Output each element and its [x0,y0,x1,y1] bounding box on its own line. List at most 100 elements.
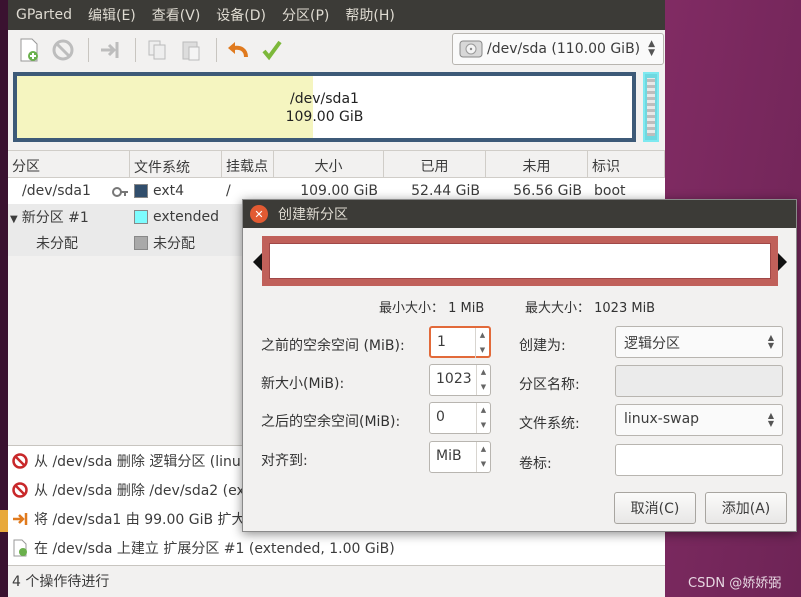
disk-map-partition-size: 109.00 GiB [285,109,364,125]
volume-label-input[interactable] [615,444,783,476]
space-after-label: 之后的空余空间(MiB): [261,414,401,430]
device-label: /dev/sda (110.00 GiB) [487,41,641,57]
column-used[interactable]: 已用 [384,151,486,177]
partition-name: 新分区 #1 [21,210,89,226]
filesystem-label: 文件系统: [519,416,580,432]
device-selector[interactable]: /dev/sda (110.00 GiB) ▲ ▼ [452,33,664,65]
new-file-icon [20,38,38,62]
launcher-indicator [0,510,8,532]
menu-edit[interactable]: 编辑(E) [80,5,144,25]
cancel-button[interactable]: 取消(C) [614,492,696,524]
fs-color-swatch [134,236,148,250]
stepper-arrows[interactable]: ▲ ▼ [475,328,489,358]
operation-text: 从 /dev/sda 删除 /dev/sda2 (ex [34,482,245,499]
volume-label-label: 卷标: [519,456,552,472]
chevron-updown-icon[interactable]: ▲ ▼ [476,442,490,472]
copy-button[interactable] [142,35,172,65]
partition-size: 109.00 GiB [300,183,378,199]
dialog-title: 创建新分区 [278,207,348,223]
menu-partition[interactable]: 分区(P) [274,5,337,25]
table-header: 分区 文件系统 挂载点 大小 已用 未用 标识 [8,150,665,178]
menu-device[interactable]: 设备(D) [208,5,274,25]
new-partition-button[interactable] [14,35,44,65]
disk-extended-partition-graphic[interactable] [643,72,659,142]
partition-fs: 未分配 [153,236,195,252]
status-bar: 4 个操作待进行 [8,565,665,593]
paste-icon [182,41,200,61]
create-as-label: 创建为: [519,338,566,354]
partition-fs: extended [153,209,220,225]
column-size[interactable]: 大小 [274,151,384,177]
chevron-updown-icon: ▲ ▼ [767,411,774,428]
add-button[interactable]: 添加(A) [705,492,787,524]
align-select[interactable]: MiB ▲ ▼ [429,441,491,473]
space-after-input[interactable]: 0 ▲ ▼ [429,402,491,434]
stepper-arrows[interactable]: ▲ ▼ [476,403,490,433]
filesystem-select[interactable]: linux-swap ▲ ▼ [615,404,783,436]
column-flags[interactable]: 标识 [588,151,665,177]
space-before-label: 之前的空余空间 (MiB): [261,338,405,354]
operation-text: 在 /dev/sda 上建立 扩展分区 #1 (extended, 1.00 G… [34,540,395,557]
unallocated-stripes [647,78,655,136]
operation-text: 将 /dev/sda1 由 99.00 GiB 扩大到 [34,511,260,528]
resize-icon [101,42,119,58]
watermark: CSDN @娇娇弼 [688,576,782,591]
disk-map-partition-name: /dev/sda1 [290,91,359,107]
create-partition-dialog: ✕ 创建新分区 最小大小： 1 MiB 最大大小： 1023 MiB 之前的空余… [242,199,797,532]
resize-move-button[interactable] [95,35,125,65]
expander-icon[interactable]: ▼ [10,214,18,225]
column-mountpoint[interactable]: 挂载点 [222,151,274,177]
menu-help[interactable]: 帮助(H) [337,5,402,25]
partition-size-bar[interactable] [253,236,787,286]
fs-color-swatch [134,184,148,198]
fs-color-swatch [134,210,148,224]
paste-button[interactable] [176,35,206,65]
checkmark-icon [262,40,282,61]
partition-unused: 56.56 GiB [513,183,582,199]
partition-mount: / [226,183,231,199]
create-as-select[interactable]: 逻辑分区 ▲ ▼ [615,326,783,358]
delete-button[interactable] [48,35,78,65]
menu-view[interactable]: 查看(V) [144,5,209,25]
partition-name-input [615,365,783,397]
partition-used: 52.44 GiB [411,183,480,199]
max-size-label: 最大大小： 1023 MiB [525,301,656,316]
menubar: GParted 编辑(E) 查看(V) 设备(D) 分区(P) 帮助(H) [8,0,665,30]
chevron-updown-icon: ▲ ▼ [767,333,774,350]
partition-name: 未分配 [36,236,78,252]
close-icon[interactable]: ✕ [250,205,268,223]
new-partition-frame[interactable] [262,236,778,286]
new-size-label: 新大小(MiB): [261,376,345,392]
undo-button[interactable] [223,35,253,65]
left-resize-handle[interactable] [253,253,262,271]
new-partition-icon [13,539,27,556]
space-before-input[interactable]: 1 ▲ ▼ [429,326,491,358]
align-label: 对齐到: [261,453,308,469]
column-filesystem[interactable]: 文件系统 [130,151,222,177]
delete-icon [52,39,74,61]
toolbar-separator [135,38,136,62]
dialog-titlebar: ✕ 创建新分区 [243,200,796,228]
stepper-arrows[interactable]: ▲ ▼ [476,365,490,395]
column-unused[interactable]: 未用 [486,151,588,177]
list-item[interactable]: 在 /dev/sda 上建立 扩展分区 #1 (extended, 1.00 G… [8,533,665,562]
disk-map: /dev/sda1 109.00 GiB [13,72,659,144]
hard-disk-icon [459,40,483,58]
copy-icon [148,40,166,60]
desktop-left-edge [0,0,8,597]
resize-icon [13,512,28,525]
new-size-input[interactable]: 1023 ▲ ▼ [429,364,491,396]
delete-icon [12,452,28,469]
right-resize-handle[interactable] [778,253,787,271]
partition-flags: boot [594,183,626,199]
key-icon [112,187,128,197]
chevron-updown-icon: ▲ ▼ [648,39,655,58]
delete-icon [12,481,28,498]
disk-partition-sda1-graphic[interactable]: /dev/sda1 109.00 GiB [13,72,636,142]
column-partition[interactable]: 分区 [8,151,130,177]
toolbar-separator [216,38,217,62]
min-size-label: 最小大小： 1 MiB [379,301,485,316]
app-title: GParted [16,7,72,23]
apply-button[interactable] [257,35,287,65]
partition-fs: ext4 [153,183,185,199]
